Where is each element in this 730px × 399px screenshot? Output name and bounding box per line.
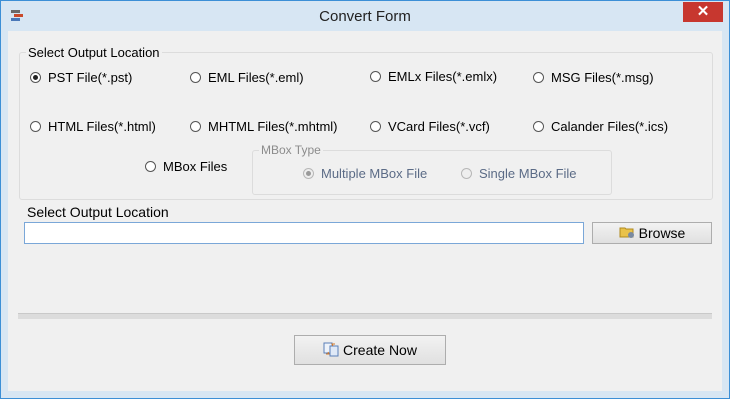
radio-mhtml[interactable]: MHTML Files(*.mhtml) (190, 119, 338, 134)
radio-label: EMLx Files(*.emlx) (388, 69, 498, 84)
browse-label: Browse (638, 225, 686, 241)
radio-eml[interactable]: EML Files(*.eml) (190, 70, 304, 85)
radio-label: Multiple MBox File (321, 166, 428, 181)
radio-indicator (30, 121, 41, 132)
radio-label: Single MBox File (479, 166, 577, 181)
radio-label: MBox Files (163, 159, 228, 174)
radio-label: PST File(*.pst) (48, 70, 133, 85)
radio-indicator (370, 71, 381, 82)
close-button[interactable]: ✕ (683, 2, 723, 22)
convert-icon (323, 341, 343, 360)
radio-indicator (533, 121, 544, 132)
radio-label: VCard Files(*.vcf) (388, 119, 490, 134)
radio-mbox[interactable]: MBox Files (145, 159, 227, 174)
radio-label: HTML Files(*.html) (48, 119, 156, 134)
radio-indicator (30, 72, 41, 83)
radio-indicator (370, 121, 381, 132)
create-now-button[interactable]: Create Now (294, 335, 446, 365)
close-icon: ✕ (696, 3, 710, 20)
convert-form-window: Convert Form ✕ Select Output Location PS… (0, 0, 730, 399)
create-now-label: Create Now (343, 342, 417, 358)
radio-indicator (533, 72, 544, 83)
mbox-type-legend: MBox Type (259, 143, 323, 157)
radio-label: MHTML Files(*.mhtml) (208, 119, 338, 134)
radio-indicator (190, 121, 201, 132)
window-title: Convert Form (319, 8, 411, 25)
mbox-type-group: MBox Type Multiple MBox File Single MBox… (252, 143, 612, 195)
radio-emlx[interactable]: EMLx Files(*.emlx) (370, 69, 497, 84)
radio-msg[interactable]: MSG Files(*.msg) (533, 70, 654, 85)
browse-button[interactable]: Browse (592, 222, 712, 244)
output-format-group: Select Output Location PST File(*.pst) E… (19, 45, 713, 200)
radio-calendar[interactable]: Calander Files(*.ics) (533, 119, 668, 134)
radio-indicator (303, 168, 314, 179)
radio-label: EML Files(*.eml) (208, 70, 304, 85)
radio-single-mbox[interactable]: Single MBox File (461, 166, 577, 181)
radio-label: MSG Files(*.msg) (551, 70, 654, 85)
folder-icon (619, 225, 639, 242)
client-area: Select Output Location PST File(*.pst) E… (8, 31, 722, 391)
radio-indicator (145, 161, 156, 172)
output-format-legend: Select Output Location (26, 45, 162, 60)
radio-html[interactable]: HTML Files(*.html) (30, 119, 156, 134)
title-bar: Convert Form ✕ (1, 1, 729, 31)
radio-vcard[interactable]: VCard Files(*.vcf) (370, 119, 490, 134)
output-location-label: Select Output Location (27, 204, 169, 220)
divider (18, 313, 712, 319)
radio-label: Calander Files(*.ics) (551, 119, 669, 134)
radio-pst[interactable]: PST File(*.pst) (30, 70, 132, 85)
radio-multiple-mbox[interactable]: Multiple MBox File (303, 166, 427, 181)
radio-indicator (461, 168, 472, 179)
output-path-input[interactable] (24, 222, 584, 244)
radio-indicator (190, 72, 201, 83)
